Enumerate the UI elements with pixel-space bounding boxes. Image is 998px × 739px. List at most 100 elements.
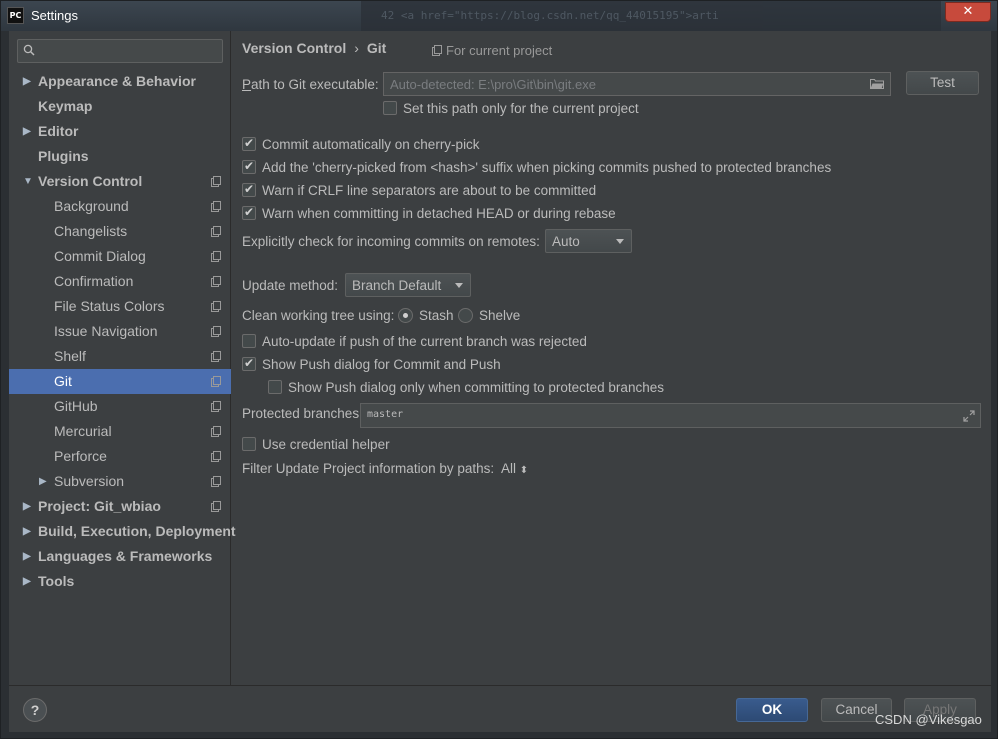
help-button[interactable]: ? bbox=[23, 698, 47, 722]
chevron-down-icon[interactable]: ▼ bbox=[23, 169, 33, 194]
option-checkbox[interactable]: ✔ bbox=[242, 159, 256, 174]
show-push-checkbox[interactable]: ✔ bbox=[242, 356, 256, 371]
breadcrumb-separator: › bbox=[354, 40, 359, 56]
sidebar-item-shelf[interactable]: Shelf bbox=[9, 344, 231, 369]
chevron-right-icon[interactable]: ▶ bbox=[23, 69, 31, 94]
scope-label: For current project bbox=[446, 43, 553, 58]
background-editor-text: 42 <a href="https://blog.csdn.net/qq_440… bbox=[361, 1, 941, 31]
option-checkbox[interactable]: ✔ bbox=[242, 205, 256, 220]
sidebar-item-perforce[interactable]: Perforce bbox=[9, 444, 231, 469]
chevron-right-icon[interactable]: ▶ bbox=[23, 569, 31, 594]
sidebar-item-appearance-behavior[interactable]: ▶ Appearance & Behavior bbox=[9, 69, 231, 94]
sidebar-item-label: Issue Navigation bbox=[54, 323, 158, 339]
git-path-mnemonic: P bbox=[242, 77, 252, 92]
option-label: Warn if CRLF line separators are about t… bbox=[262, 183, 597, 198]
sidebar-item-label: Subversion bbox=[54, 473, 125, 489]
filter-paths-value: All bbox=[501, 461, 517, 476]
project-scope-icon bbox=[211, 326, 221, 337]
sidebar-item-mercurial[interactable]: Mercurial bbox=[9, 419, 231, 444]
background-code-line: 42 <a href="https://blog.csdn.net/qq_440… bbox=[381, 9, 719, 22]
sidebar-item-background[interactable]: Background bbox=[9, 194, 231, 219]
incoming-commits-select[interactable]: Auto bbox=[545, 229, 632, 253]
sidebar-item-changelists[interactable]: Changelists bbox=[9, 219, 231, 244]
sidebar-item-confirmation[interactable]: Confirmation bbox=[9, 269, 231, 294]
project-scope-icon bbox=[211, 301, 221, 312]
chevron-right-icon[interactable]: ▶ bbox=[39, 469, 47, 494]
sidebar-item-subversion[interactable]: ▶ Subversion bbox=[9, 469, 231, 494]
ok-button[interactable]: OK bbox=[736, 698, 808, 722]
dialog-content: ▶ Appearance & Behavior Keymap ▶ Editor Plugi… bbox=[9, 31, 991, 732]
sidebar-item-label: Tools bbox=[38, 573, 75, 589]
breadcrumb-current: Git bbox=[366, 40, 387, 56]
project-scope-icon bbox=[211, 351, 221, 362]
shelve-radio[interactable] bbox=[458, 308, 473, 323]
title-bar: 42 <a href="https://blog.csdn.net/qq_440… bbox=[1, 1, 997, 31]
current-project-checkbox[interactable] bbox=[383, 101, 397, 115]
sidebar-item-label: Git bbox=[54, 373, 72, 389]
sidebar-item-plugins[interactable]: Plugins bbox=[9, 144, 231, 169]
chevron-right-icon[interactable]: ▶ bbox=[23, 544, 31, 569]
breadcrumb-parent: Version Control bbox=[242, 40, 347, 56]
update-method-label: Update method: bbox=[242, 278, 339, 293]
chevron-down-icon bbox=[455, 283, 463, 288]
project-scope-icon bbox=[211, 426, 221, 437]
close-button[interactable]: ✕ bbox=[945, 2, 991, 22]
option-checkbox[interactable]: ✔ bbox=[242, 182, 256, 197]
git-settings-panel: Version Control › Git For current project … bbox=[232, 31, 991, 685]
show-push-protected-label: Show Push dialog only when committing to… bbox=[288, 380, 664, 395]
sidebar-item-version-control[interactable]: ▼ Version Control bbox=[9, 169, 231, 194]
chevron-right-icon[interactable]: ▶ bbox=[23, 494, 31, 519]
sidebar-item-build-execution-deployment[interactable]: ▶ Build, Execution, Deployment bbox=[9, 519, 236, 544]
window-title: Settings bbox=[31, 8, 78, 23]
sidebar-item-keymap[interactable]: Keymap bbox=[9, 94, 231, 119]
sidebar-item-label: Mercurial bbox=[54, 423, 112, 439]
search-icon bbox=[23, 44, 35, 56]
protected-branches-input[interactable]: master bbox=[360, 403, 981, 428]
sidebar-item-git[interactable]: Git bbox=[9, 369, 231, 394]
shelve-label: Shelve bbox=[479, 308, 521, 323]
sidebar-item-file-status-colors[interactable]: File Status Colors bbox=[9, 294, 231, 319]
folder-icon[interactable] bbox=[870, 78, 884, 89]
sidebar-item-label: Shelf bbox=[54, 348, 86, 364]
expand-icon[interactable] bbox=[963, 410, 975, 422]
settings-search-input[interactable] bbox=[17, 39, 223, 63]
sidebar-item-label: Keymap bbox=[38, 98, 93, 114]
option-checkbox[interactable]: ✔ bbox=[242, 136, 256, 151]
stash-radio[interactable] bbox=[398, 308, 413, 323]
sidebar-item-tools[interactable]: ▶ Tools bbox=[9, 569, 231, 594]
update-method-select[interactable]: Branch Default bbox=[345, 273, 471, 297]
scope-note: For current project bbox=[432, 43, 552, 58]
filter-paths-label: Filter Update Project information by pat… bbox=[242, 461, 495, 476]
show-push-protected-checkbox[interactable] bbox=[268, 380, 282, 394]
project-scope-icon bbox=[211, 376, 221, 387]
project-scope-icon bbox=[211, 176, 221, 187]
sidebar-item-languages-frameworks[interactable]: ▶ Languages & Frameworks bbox=[9, 544, 231, 569]
test-button[interactable]: Test bbox=[906, 71, 979, 95]
incoming-commits-label: Explicitly check for incoming commits on… bbox=[242, 234, 540, 249]
project-scope-icon bbox=[211, 401, 221, 412]
sidebar-item-commit-dialog[interactable]: Commit Dialog bbox=[9, 244, 231, 269]
breadcrumb: Version Control › Git bbox=[242, 40, 386, 56]
project-scope-icon bbox=[211, 501, 221, 512]
current-project-label: Set this path only for the current proje… bbox=[403, 101, 639, 116]
watermark: CSDN @Vikesgao bbox=[875, 712, 982, 727]
git-path-field[interactable]: Auto-detected: E:\pro\Git\bin\git.exe bbox=[383, 72, 891, 96]
credential-helper-checkbox[interactable] bbox=[242, 437, 256, 451]
sidebar-item-project-git-wbiao[interactable]: ▶ Project: Git_wbiao bbox=[9, 494, 231, 519]
project-scope-icon bbox=[211, 276, 221, 287]
option-label: Commit automatically on cherry-pick bbox=[262, 137, 480, 152]
filter-paths-select[interactable]: All ⬍ bbox=[501, 461, 528, 476]
project-scope-icon bbox=[211, 476, 221, 487]
show-push-label: Show Push dialog for Commit and Push bbox=[262, 357, 501, 372]
incoming-commits-value: Auto bbox=[552, 234, 580, 249]
sidebar-item-label: Editor bbox=[38, 123, 79, 139]
update-method-value: Branch Default bbox=[352, 278, 442, 293]
sidebar-item-github[interactable]: GitHub bbox=[9, 394, 231, 419]
sidebar-item-label: Appearance & Behavior bbox=[38, 73, 196, 89]
chevron-right-icon[interactable]: ▶ bbox=[23, 119, 31, 144]
sidebar-item-issue-navigation[interactable]: Issue Navigation bbox=[9, 319, 231, 344]
chevron-right-icon[interactable]: ▶ bbox=[23, 519, 31, 544]
sidebar-item-editor[interactable]: ▶ Editor bbox=[9, 119, 231, 144]
sidebar-item-label: Perforce bbox=[54, 448, 107, 464]
auto-update-checkbox[interactable] bbox=[242, 334, 256, 348]
